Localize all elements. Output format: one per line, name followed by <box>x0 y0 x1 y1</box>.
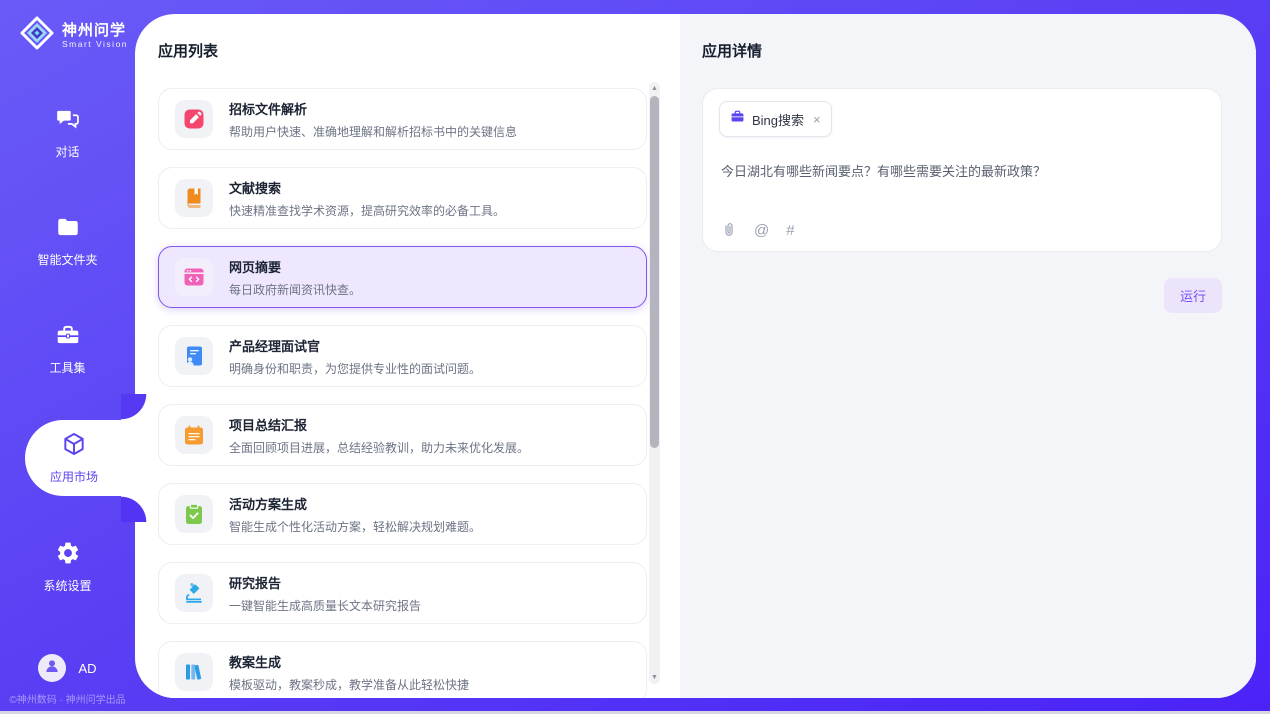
app-card[interactable]: 招标文件解析 帮助用户快速、准确地理解和解析招标书中的关键信息 <box>158 88 647 150</box>
hash-icon[interactable]: # <box>786 222 794 239</box>
app-name: 活动方案生成 <box>229 494 481 513</box>
app-card[interactable]: 活动方案生成 智能生成个性化活动方案，轻松解决规划难题。 <box>158 483 647 545</box>
avatar[interactable] <box>38 654 66 682</box>
app-card[interactable]: 网页摘要 每日政府新闻资讯快查。 <box>158 246 647 308</box>
sidebar-item-label: 智能文件夹 <box>37 251 97 268</box>
app-description: 智能生成个性化活动方案，轻松解决规划难题。 <box>229 518 481 535</box>
app-list-title: 应用列表 <box>158 40 680 61</box>
app-card[interactable]: 教案生成 模板驱动，教案秒成，教学准备从此轻松快捷 <box>158 641 647 698</box>
app-card[interactable]: 产品经理面试官 明确身份和职责，为您提供专业性的面试问题。 <box>158 325 647 387</box>
interview-icon <box>175 337 213 375</box>
user-name: AD <box>78 661 96 676</box>
app-name: 产品经理面试官 <box>229 336 481 355</box>
close-icon[interactable]: × <box>813 113 821 126</box>
user-row[interactable]: AD <box>0 654 135 682</box>
research-icon <box>175 574 213 612</box>
app-detail-title: 应用详情 <box>702 40 1222 61</box>
scroll-down-icon[interactable]: ▼ <box>649 674 660 681</box>
sidebar-item[interactable]: 应用市场 <box>25 420 135 496</box>
sidebar: 神州问学 Smart Vision 对话 智能文件夹 工具集 <box>0 0 135 714</box>
app-name: 项目总结汇报 <box>229 415 529 434</box>
chat-icon <box>55 106 81 137</box>
app-description: 一键智能生成高质量长文本研究报告 <box>229 597 421 614</box>
app-card[interactable]: 项目总结汇报 全面回顾项目进展，总结经验教训，助力未来优化发展。 <box>158 404 647 466</box>
sidebar-item-label: 系统设置 <box>43 577 91 594</box>
sidebar-item[interactable]: 工具集 <box>0 322 135 376</box>
prompt-toolbar: @ # <box>721 221 795 239</box>
app-card[interactable]: 研究报告 一键智能生成高质量长文本研究报告 <box>158 562 647 624</box>
main-content: 应用列表 招标文件解析 帮助用户快速、准确地理解和解析招标书中的关键信息 <box>135 14 1256 698</box>
app-name: 文献搜索 <box>229 178 505 197</box>
app-name: 网页摘要 <box>229 257 361 276</box>
tool-tag-label: Bing搜索 <box>752 110 804 129</box>
prompt-input[interactable]: 今日湖北有哪些新闻要点？有哪些需要关注的最新政策？ <box>721 162 1203 182</box>
sidebar-item[interactable]: 智能文件夹 <box>0 214 135 268</box>
briefcase-icon <box>730 109 745 129</box>
scrollbar-thumb[interactable] <box>650 96 659 448</box>
mention-icon[interactable]: @ <box>754 222 769 239</box>
app-description: 每日政府新闻资讯快查。 <box>229 281 361 298</box>
book-icon <box>175 179 213 217</box>
app-detail-panel: 应用详情 Bing搜索 × 今日湖北有哪些新闻要点？有哪些需要关注的最新政策？ … <box>680 14 1256 698</box>
prompt-card: Bing搜索 × 今日湖北有哪些新闻要点？有哪些需要关注的最新政策？ @ # <box>702 88 1222 252</box>
app-description: 模板驱动，教案秒成，教学准备从此轻松快捷 <box>229 676 469 693</box>
toolbox-icon <box>55 322 81 353</box>
cube-icon <box>61 431 87 462</box>
sidebar-item-label: 工具集 <box>49 359 85 376</box>
sidebar-item-label: 对话 <box>55 143 79 160</box>
app-name: 教案生成 <box>229 652 469 671</box>
attachment-icon[interactable] <box>721 221 737 239</box>
folder-icon <box>55 214 81 245</box>
app-description: 帮助用户快速、准确地理解和解析招标书中的关键信息 <box>229 123 517 140</box>
books-icon <box>175 653 213 691</box>
edit-doc-icon <box>175 100 213 138</box>
app-list-panel: 应用列表 招标文件解析 帮助用户快速、准确地理解和解析招标书中的关键信息 <box>135 14 680 698</box>
sidebar-item[interactable]: 系统设置 <box>0 540 135 594</box>
report-icon <box>175 416 213 454</box>
gear-icon <box>55 540 81 571</box>
run-button[interactable]: 运行 <box>1164 278 1222 313</box>
sidebar-item[interactable]: 对话 <box>0 106 135 160</box>
app-name: 研究报告 <box>229 573 421 592</box>
sidebar-nav: 对话 智能文件夹 工具集 应用市场 <box>0 0 135 714</box>
browser-icon <box>175 258 213 296</box>
app-name: 招标文件解析 <box>229 99 517 118</box>
app-description: 快速精准查找学术资源，提高研究效率的必备工具。 <box>229 202 505 219</box>
scroll-up-icon[interactable]: ▲ <box>649 85 660 92</box>
app-card-list: 招标文件解析 帮助用户快速、准确地理解和解析招标书中的关键信息 文献搜索 快速精… <box>158 88 647 698</box>
app-card[interactable]: 文献搜索 快速精准查找学术资源，提高研究效率的必备工具。 <box>158 167 647 229</box>
clipboard-icon <box>175 495 213 533</box>
copyright-footer: ©神州数码 · 神州问学出品 <box>0 691 135 706</box>
tool-tag-bing-search[interactable]: Bing搜索 × <box>719 101 832 137</box>
sidebar-item-label: 应用市场 <box>50 468 98 485</box>
app-description: 明确身份和职责，为您提供专业性的面试问题。 <box>229 360 481 377</box>
app-window: 应用列表 招标文件解析 帮助用户快速、准确地理解和解析招标书中的关键信息 <box>0 0 1270 714</box>
person-icon <box>43 657 61 680</box>
app-description: 全面回顾项目进展，总结经验教训，助力未来优化发展。 <box>229 439 529 456</box>
list-scrollbar[interactable]: ▲ ▼ <box>649 82 660 684</box>
